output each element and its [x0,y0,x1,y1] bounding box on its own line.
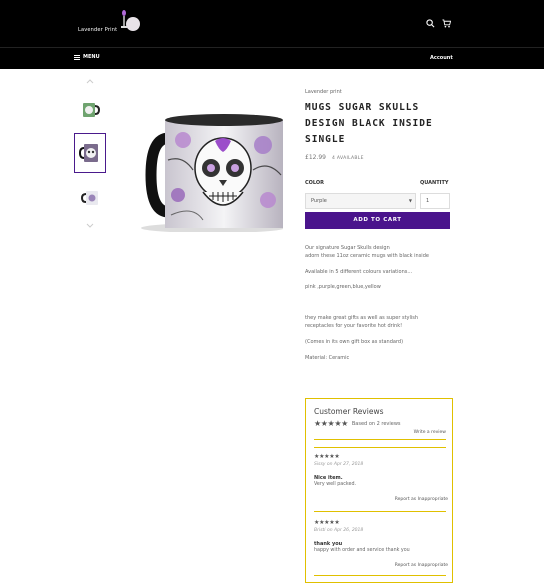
site-header: Lavender Print [0,0,544,47]
review-stars: ★★★★★ [314,519,340,526]
product-title: MUGS SUGAR SKULLS DESIGN BLACK INSIDE SI… [305,102,433,145]
quantity-input[interactable]: 1 [420,193,450,209]
divider [314,511,446,512]
write-review-link[interactable]: Write a review [414,430,446,435]
description-line: (Comes in its own gift box as standard) [305,339,404,345]
review-title: thank you [314,541,343,547]
review-author: Sissy on Apr 27, 2018 [314,462,364,467]
report-review-link[interactable]: Report as Inappropriate [395,563,448,568]
thumbnail-1[interactable] [74,90,106,130]
product-price: £12.99 [305,154,326,161]
description-line: adorn these 11oz ceramic mugs with black… [305,253,429,259]
cart-icon[interactable] [442,19,451,28]
mug-thumbnail-image [78,144,98,162]
add-to-cart-button[interactable]: ADD TO CART [305,212,450,229]
main-nav: MENU Account [0,47,544,69]
reviews-heading: Customer Reviews [314,407,384,416]
review-body: happy with order and service thank you [314,548,410,553]
reviews-count: Based on 2 reviews [351,420,401,427]
menu-label: MENU [83,54,100,60]
search-icon[interactable] [426,19,435,28]
mug-thumbnail-image [83,103,101,117]
description-line: pink ,purple,green,blue,yellow [305,284,381,290]
divider [314,447,446,448]
menu-button[interactable]: MENU [74,54,100,60]
review-title: Nice item. [314,475,343,481]
thumbnail-2[interactable] [74,133,106,173]
review-item: ★★★★★ Bristi on Apr 26, 2018 thank you h… [314,519,448,568]
report-review-link[interactable]: Report as Inappropriate [395,497,448,502]
color-select-value: Purple [311,198,327,204]
review-body: Very well packed. [314,482,357,487]
description-line: receptacles for your favorite hot drink! [305,323,403,329]
color-select[interactable]: Purple ▼ [305,193,416,209]
review-author: Bristi on Apr 26, 2018 [314,528,364,533]
account-link[interactable]: Account [430,55,453,61]
reviews-summary: ★★★★★ Based on 2 reviews [314,419,401,428]
hamburger-icon [74,54,80,60]
chevron-down-icon: ▼ [408,198,412,203]
skull-logo-icon [126,17,140,31]
customer-reviews: Customer Reviews ★★★★★ Based on 2 review… [305,398,453,583]
price-row: £12.99 4 AVAILABLE [305,154,364,161]
description-line: Material: Ceramic [305,355,350,361]
description-line: Available in 5 different colours variati… [305,269,413,275]
thumbnail-up-arrow-icon[interactable] [86,78,94,84]
review-stars: ★★★★★ [314,453,340,460]
brand-logo[interactable]: Lavender Print [78,10,140,40]
brand-name: Lavender Print [78,27,118,33]
description-line: they make great gifts as well as super s… [305,315,419,321]
quantity-label: QUANTITY [420,180,449,186]
product-vendor[interactable]: Lavender print [305,89,453,95]
product-main-image[interactable] [123,100,283,232]
description-line: Our signature Sugar Skulls design [305,245,390,251]
mug-thumbnail-image [80,191,98,205]
divider [314,439,446,440]
thumbnail-down-arrow-icon[interactable] [86,223,94,229]
color-label: COLOR [305,180,325,186]
product-info: Lavender print [305,89,453,95]
average-rating-stars: ★★★★★ [314,419,348,428]
review-item: ★★★★★ Sissy on Apr 27, 2018 Nice item. V… [314,453,448,502]
stock-status: 4 AVAILABLE [332,156,364,161]
thumbnail-3[interactable] [74,178,106,218]
